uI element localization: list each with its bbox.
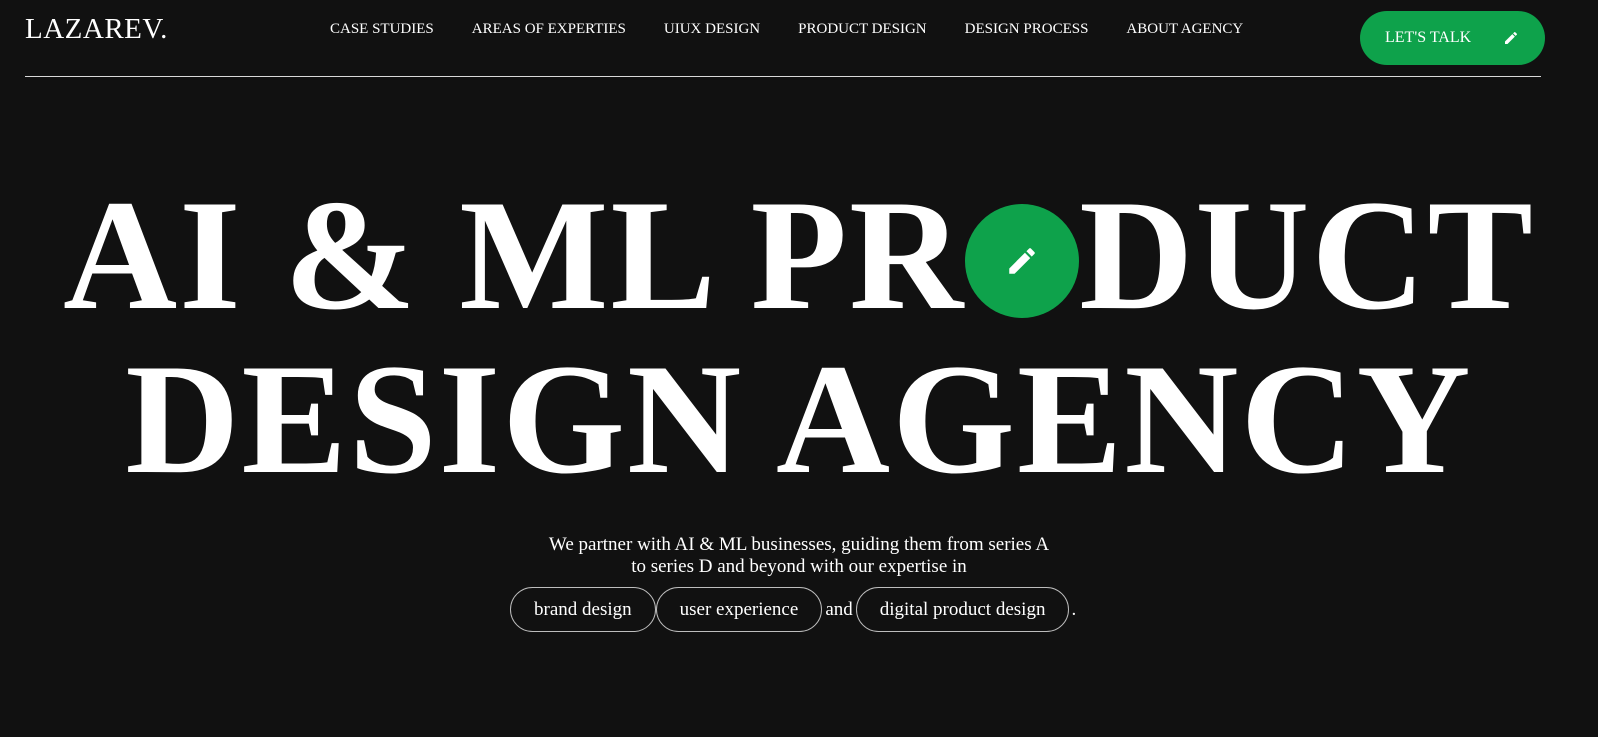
expertise-pills: brand design user experience and digital…	[510, 587, 1076, 632]
nav-uiux-design[interactable]: UIUX DESIGN	[664, 20, 760, 38]
lets-talk-button[interactable]: LET'S TALK	[1360, 11, 1545, 65]
main-nav: CASE STUDIES AREAS OF EXPERTIES UIUX DES…	[330, 20, 1243, 38]
nav-about-agency[interactable]: ABOUT AGENCY	[1126, 20, 1243, 38]
end-punctuation: .	[1071, 598, 1077, 620]
page: LAZAREV. CASE STUDIES AREAS OF EXPERTIES…	[0, 0, 1598, 737]
nav-areas-of-expertise[interactable]: AREAS OF EXPERTIES	[472, 20, 626, 38]
pencil-icon	[1505, 31, 1518, 44]
nav-case-studies[interactable]: CASE STUDIES	[330, 20, 434, 38]
hero-letter-o-circle[interactable]	[965, 203, 1080, 318]
header-divider	[25, 76, 1541, 77]
hero-title-part1: AI & ML PR	[63, 168, 966, 343]
nav-product-design[interactable]: PRODUCT DESIGN	[798, 20, 927, 38]
lets-talk-label: LET'S TALK	[1385, 29, 1472, 46]
hero-title-part2: DUCT	[1079, 168, 1535, 343]
pill-connector: and	[825, 598, 853, 620]
hero-title-line2: DESIGN AGENCY	[125, 332, 1473, 507]
hero-subtitle-line2: to series D and beyond with our expertis…	[631, 556, 967, 577]
logo[interactable]: LAZAREV.	[25, 12, 168, 46]
hero-subtitle-line1: We partner with AI & ML businesses, guid…	[548, 534, 1050, 555]
hero-title-line1: AI & ML PR DUCT	[0, 176, 1598, 340]
pencil-icon	[1009, 247, 1035, 274]
pill-brand-design[interactable]: brand design	[510, 587, 656, 632]
pill-user-experience[interactable]: user experience	[655, 587, 823, 632]
pill-digital-product-design[interactable]: digital product design	[855, 587, 1070, 632]
nav-design-process[interactable]: DESIGN PROCESS	[965, 20, 1089, 38]
